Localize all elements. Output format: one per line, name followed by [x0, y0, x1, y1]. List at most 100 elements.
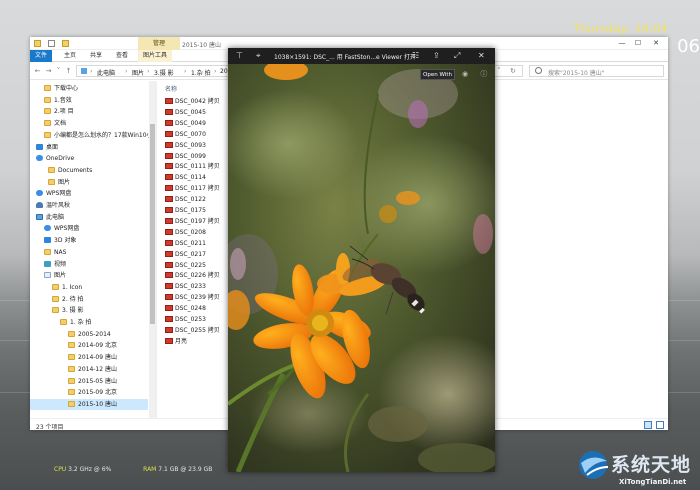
nav-item[interactable]: 视频	[30, 259, 148, 270]
file-item[interactable]: DSC_0233	[165, 282, 206, 292]
eye-icon[interactable]: ◉	[462, 70, 468, 78]
column-header-name[interactable]: 名称	[165, 84, 177, 93]
file-item[interactable]: DSC_0099	[165, 152, 206, 162]
file-item[interactable]: DSC_0197 拷贝	[165, 217, 220, 227]
share-icon[interactable]: ⇪	[433, 51, 440, 61]
close-icon[interactable]: ✕	[478, 51, 485, 61]
nav-item[interactable]: 2015-10 唐山	[30, 398, 148, 410]
nav-item-label: 3. 摄 影	[62, 307, 84, 315]
up-arrow-icon[interactable]: ↑	[64, 67, 73, 76]
file-item[interactable]: DSC_0217	[165, 250, 206, 260]
chevron-down-icon[interactable]: ˅	[497, 67, 501, 75]
nav-item[interactable]: 1. 杂 拍	[30, 317, 148, 328]
nav-item-label: 温叶风秋	[46, 202, 71, 209]
info-icon[interactable]: ⓘ	[480, 70, 487, 78]
file-item[interactable]: DSC_0226 拷贝	[165, 271, 220, 281]
nav-item[interactable]: NAS	[30, 247, 148, 258]
nav-item[interactable]: 图片	[30, 177, 148, 188]
desktop-clock: Thursday, 16:04	[573, 22, 668, 35]
minimize-icon[interactable]: —	[614, 38, 630, 49]
tab-file[interactable]: 文件	[30, 50, 53, 62]
nav-scrollbar-thumb[interactable]	[150, 124, 155, 324]
nav-item[interactable]: Documents	[30, 165, 148, 176]
search-input[interactable]: 搜索"2015-10 唐山"	[529, 65, 664, 77]
nav-item[interactable]: 1.音效	[30, 95, 148, 106]
address-input[interactable]: › 此电脑 › 图片 › 3.摄 影 › 1.杂 拍 › 20	[76, 65, 229, 77]
details-view-icon[interactable]	[644, 421, 652, 429]
forward-arrow-icon[interactable]: →	[44, 67, 53, 76]
pin-icon[interactable]: ⊤	[236, 51, 243, 61]
breadcrumb-misc[interactable]: 1.杂 拍	[191, 68, 211, 77]
nav-item[interactable]: 2015-09 北京	[30, 387, 148, 398]
file-item[interactable]: DSC_0070	[165, 130, 206, 140]
nav-item[interactable]: 桌面	[30, 142, 148, 153]
nav-item[interactable]: 2014-09 唐山	[30, 352, 148, 363]
nav-item[interactable]: 小编都是怎么划水的？17款Win10小	[30, 130, 153, 141]
nav-item[interactable]: 2005-2014	[30, 329, 148, 340]
close-icon[interactable]: ✕	[648, 38, 664, 49]
nav-item[interactable]: 2.项 目	[30, 106, 148, 117]
file-item[interactable]: DSC_0042 拷贝	[165, 97, 220, 107]
computer-icon	[81, 68, 87, 74]
file-name: DSC_0049	[175, 119, 206, 127]
file-item[interactable]: DSC_0208	[165, 228, 206, 238]
nav-item-label: 1.音效	[54, 96, 72, 104]
nav-item[interactable]: 2. 待 拍	[30, 294, 148, 305]
file-item[interactable]: DSC_0225	[165, 261, 206, 271]
open-with-icon[interactable]: ☷	[412, 51, 419, 61]
nav-item[interactable]: 文档	[30, 118, 148, 129]
nav-item[interactable]: 2014-09 北京	[30, 340, 148, 351]
file-item[interactable]: DSC_0117 拷贝	[165, 184, 220, 194]
file-item[interactable]: 月亮	[165, 337, 187, 347]
breadcrumb-pictures[interactable]: 图片	[132, 68, 144, 77]
nav-item[interactable]: 1. Icon	[30, 282, 148, 293]
file-item[interactable]: DSC_0114	[165, 173, 206, 183]
pin-outline-icon[interactable]: ⌖	[256, 51, 261, 61]
file-item[interactable]: DSC_0122	[165, 195, 206, 205]
file-item[interactable]: DSC_0253	[165, 315, 206, 325]
fullscreen-icon[interactable]: ⤢	[454, 51, 460, 61]
jpg-file-icon	[165, 185, 173, 192]
back-arrow-icon[interactable]: ←	[33, 67, 42, 76]
nav-item[interactable]: OneDrive	[30, 153, 148, 164]
large-icons-view-icon[interactable]	[656, 421, 664, 429]
nav-item[interactable]: 3D 对象	[30, 235, 148, 246]
file-item[interactable]: DSC_0049	[165, 119, 206, 129]
viewer-extra-icons: ◉ ⓘ	[462, 69, 487, 79]
navigation-pane[interactable]: 下载中心 1.音效 2.项 目文档 小编都是怎么划水的？17款Win10小 桌面 OneD…	[30, 81, 157, 418]
tab-share[interactable]: 共享	[85, 50, 107, 62]
file-item[interactable]: DSC_0255 拷贝	[165, 326, 220, 336]
jpg-file-icon	[165, 261, 173, 268]
file-item[interactable]: DSC_0045	[165, 108, 206, 118]
chevron-down-icon[interactable]: ˅	[54, 67, 63, 76]
file-item[interactable]: DSC_0175	[165, 206, 206, 216]
ram-value: 7.1 GB @ 23.9 GB	[158, 466, 213, 473]
nav-item[interactable]: 图片	[30, 270, 148, 281]
cloud-icon	[36, 190, 43, 197]
properties-icon[interactable]	[48, 40, 55, 47]
nav-item-label: 图片	[58, 178, 71, 186]
maximize-icon[interactable]: ☐	[630, 38, 646, 49]
nav-item[interactable]: 2014-12 唐山	[30, 364, 148, 375]
nav-item[interactable]: WPS网盘	[30, 223, 148, 234]
tab-picture-tools[interactable]: 图片工具	[138, 50, 173, 62]
file-item[interactable]: DSC_0111 拷贝	[165, 162, 220, 172]
file-item[interactable]: DSC_0239 拷贝	[165, 293, 220, 303]
tab-home[interactable]: 主页	[59, 50, 81, 62]
folder-icon[interactable]	[34, 40, 41, 47]
breadcrumb-this-pc[interactable]: 此电脑	[97, 68, 115, 77]
breadcrumb-partial[interactable]: 20	[220, 68, 228, 75]
tab-view[interactable]: 查看	[111, 50, 133, 62]
nav-item[interactable]: 温叶风秋	[30, 200, 148, 211]
nav-item[interactable]: 下载中心	[30, 83, 148, 94]
new-folder-icon[interactable]	[62, 40, 69, 47]
breadcrumb-photography[interactable]: 3.摄 影	[154, 68, 174, 77]
file-item[interactable]: DSC_0248	[165, 304, 206, 314]
nav-item[interactable]: WPS网盘	[30, 188, 148, 199]
nav-item[interactable]: 2015-05 唐山	[30, 376, 148, 387]
file-item[interactable]: DSC_0093	[165, 141, 206, 151]
nav-item[interactable]: 此电脑	[30, 212, 148, 223]
file-item[interactable]: DSC_0211	[165, 239, 206, 249]
refresh-icon[interactable]: ↻	[510, 67, 516, 75]
nav-item[interactable]: 3. 摄 影	[30, 305, 148, 316]
